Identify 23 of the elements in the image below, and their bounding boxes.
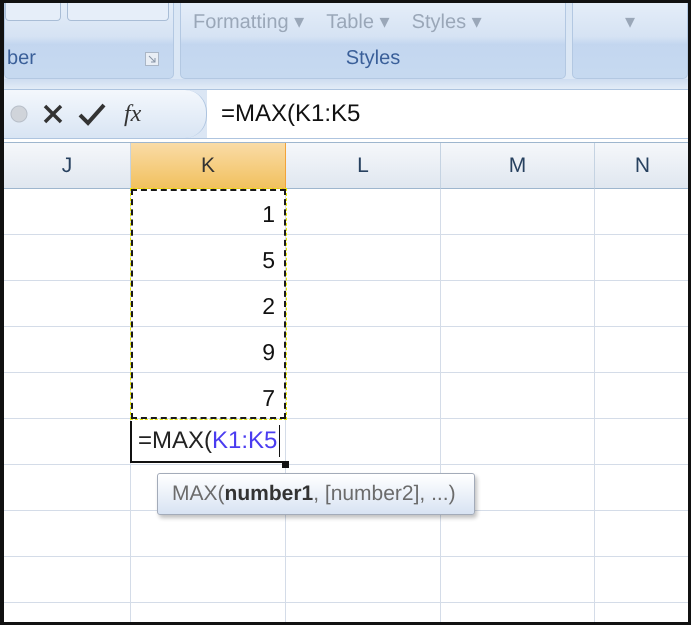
grid-cell: 2 (131, 281, 286, 327)
column-header[interactable]: K (131, 143, 286, 189)
function-tooltip: MAX(number1, [number2], ...) (157, 473, 475, 515)
cell-editor[interactable]: =MAX(K1:K5 (130, 421, 285, 463)
circle-icon (10, 105, 28, 123)
formula-input[interactable]: =MAX(K1:K5 (207, 90, 688, 138)
dialog-launcher-icon[interactable] (145, 52, 159, 66)
ribbon-button[interactable] (5, 3, 61, 21)
grid-cell: 5 (131, 235, 286, 281)
grid-cell: 1 (131, 189, 286, 235)
column-header[interactable]: J (4, 143, 131, 189)
group-label: Styles (346, 46, 400, 70)
group-label: ber (7, 46, 36, 70)
grid-cell: 7 (131, 373, 286, 419)
column-header[interactable]: L (286, 143, 441, 189)
insert-function-button[interactable]: fx (120, 100, 146, 128)
ribbon-button[interactable] (67, 3, 169, 21)
column-header[interactable]: M (441, 143, 595, 189)
fill-handle[interactable] (282, 461, 289, 468)
check-icon[interactable] (78, 102, 106, 126)
grid-cell: 9 (131, 327, 286, 373)
column-header[interactable]: N (595, 143, 688, 189)
cancel-icon[interactable] (42, 103, 64, 125)
